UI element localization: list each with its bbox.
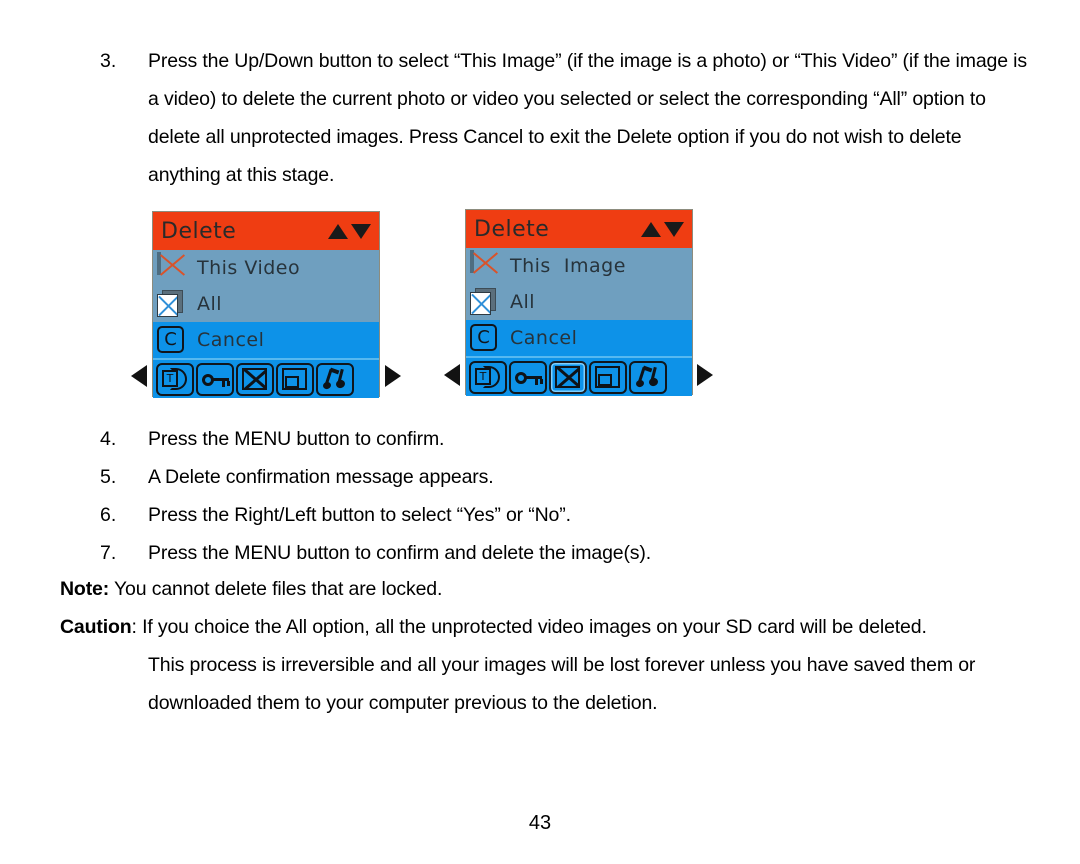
screen-header: Delete xyxy=(153,212,379,250)
camera-screen-delete-image: Delete This Image All C Cancel T xyxy=(465,209,693,396)
caution-paragraph: Caution: If you choice the All option, a… xyxy=(60,608,1050,646)
delete-single-x-icon xyxy=(470,249,499,281)
delete-all-stack-icon xyxy=(157,289,186,319)
key-protect-icon[interactable] xyxy=(196,362,234,396)
camera-screen-delete-video: Delete This Video All C Cancel T xyxy=(152,211,380,398)
menu-row-cancel[interactable]: C Cancel xyxy=(153,322,379,358)
thumbnail-t-icon[interactable]: T xyxy=(156,362,194,396)
note-paragraph: Note: You cannot delete files that are l… xyxy=(60,570,1020,608)
up-arrow-icon xyxy=(641,221,661,237)
step-text-5: A Delete confirmation message appears. xyxy=(148,466,494,488)
resize-square-icon[interactable] xyxy=(589,360,627,394)
key-protect-icon[interactable] xyxy=(509,360,547,394)
note-label: Note: xyxy=(60,578,110,600)
step-text-3: Press the Up/Down button to select “This… xyxy=(148,50,1027,186)
effect-note-icon[interactable] xyxy=(316,362,354,396)
menu-row-this-video[interactable]: This Video xyxy=(153,250,379,286)
menu-row-label: All xyxy=(510,291,536,313)
step-number-4: 4. xyxy=(100,428,117,450)
thumbnail-t-icon[interactable]: T xyxy=(469,360,507,394)
step-number-6: 6. xyxy=(100,504,117,526)
step-number-5: 5. xyxy=(100,466,117,488)
screen-toolbar: T xyxy=(153,358,379,398)
page-number: 43 xyxy=(528,812,552,834)
menu-row-label: This Video xyxy=(197,257,301,279)
prev-arrow-icon[interactable] xyxy=(444,364,460,386)
up-arrow-icon xyxy=(328,223,348,239)
caution-label: Caution xyxy=(60,616,132,638)
cancel-c-icon: C xyxy=(470,323,499,353)
down-arrow-icon xyxy=(351,223,371,239)
down-arrow-icon xyxy=(664,221,684,237)
step-item-7: 7. Press the MENU button to confirm and … xyxy=(100,534,860,572)
menu-row-all[interactable]: All xyxy=(466,284,692,320)
step-text-4: Press the MENU button to confirm. xyxy=(148,428,445,450)
screen-toolbar: T xyxy=(466,356,692,396)
caution-continuation-2: downloaded them to your computer previou… xyxy=(148,692,658,714)
screen-title: Delete xyxy=(161,218,237,244)
step-text-7: Press the MENU button to confirm and del… xyxy=(148,542,652,564)
menu-row-label: Cancel xyxy=(197,329,265,351)
menu-rows: This Video All C Cancel xyxy=(153,250,379,358)
step-item-3: 3. Press the Up/Down button to select “T… xyxy=(100,42,1030,194)
delete-x-icon[interactable] xyxy=(549,360,587,394)
delete-single-x-icon xyxy=(157,251,186,283)
resize-square-icon[interactable] xyxy=(276,362,314,396)
menu-row-this-image[interactable]: This Image xyxy=(466,248,692,284)
menu-row-all[interactable]: All xyxy=(153,286,379,322)
menu-row-label: This Image xyxy=(510,255,626,277)
up-down-arrows-icon xyxy=(641,221,684,237)
step-number-7: 7. xyxy=(100,542,117,564)
delete-x-icon[interactable] xyxy=(236,362,274,396)
note-text: You cannot delete files that are locked. xyxy=(109,578,443,600)
menu-row-label: All xyxy=(197,293,223,315)
screen-title: Delete xyxy=(474,216,550,242)
step-item-4: 4. Press the MENU button to confirm. xyxy=(100,420,800,458)
step-number-3: 3. xyxy=(100,50,117,72)
step-item-5: 5. A Delete confirmation message appears… xyxy=(100,458,800,496)
next-arrow-icon[interactable] xyxy=(385,365,401,387)
up-down-arrows-icon xyxy=(328,223,371,239)
cancel-c-icon: C xyxy=(157,325,186,355)
caution-continuation-1: This process is irreversible and all you… xyxy=(148,654,976,676)
menu-row-cancel[interactable]: C Cancel xyxy=(466,320,692,356)
effect-note-icon[interactable] xyxy=(629,360,667,394)
menu-row-label: Cancel xyxy=(510,327,578,349)
prev-arrow-icon[interactable] xyxy=(131,365,147,387)
step-text-6: Press the Right/Left button to select “Y… xyxy=(148,504,571,526)
screen-header: Delete xyxy=(466,210,692,248)
caution-text: : If you choice the All option, all the … xyxy=(131,616,927,638)
step-item-6: 6. Press the Right/Left button to select… xyxy=(100,496,860,534)
manual-page: 3. Press the Up/Down button to select “T… xyxy=(0,0,1080,864)
delete-all-stack-icon xyxy=(470,287,499,317)
next-arrow-icon[interactable] xyxy=(697,364,713,386)
menu-rows: This Image All C Cancel xyxy=(466,248,692,356)
